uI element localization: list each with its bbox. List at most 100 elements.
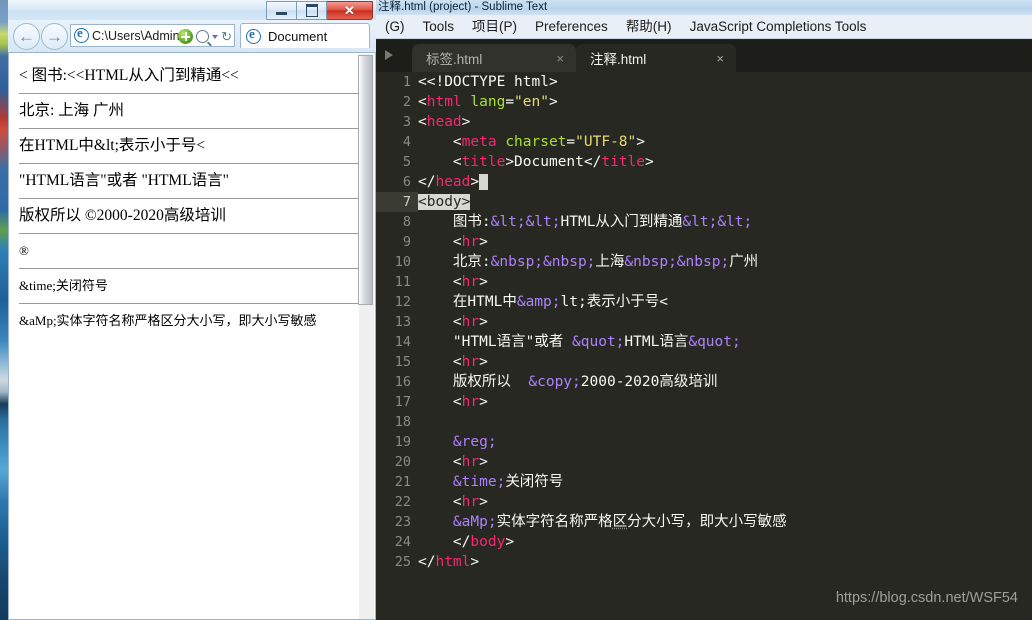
line-number: 17 [394, 394, 411, 410]
tab-zhushi-html[interactable]: 注释.html × [576, 44, 736, 72]
line-number: 16 [394, 374, 411, 390]
sidebar-toggle-icon[interactable] [385, 50, 393, 60]
doc-line: "HTML语言"或者 "HTML语言" [19, 172, 230, 189]
sublime-tab-bar: 标签.html × 注释.html × [376, 40, 1032, 72]
line-number-gutter: 1 2 3 4 5 6 7 8 9 10 11 12 13 14 15 16 1… [376, 72, 418, 620]
screenshot-root: ✕ ← → C:\Users\Admini ↻ Document [0, 0, 1032, 620]
doc-line: 在HTML中&lt;表示小于号< [19, 137, 206, 154]
tab-favicon-icon [246, 26, 261, 44]
close-icon[interactable]: × [716, 51, 724, 66]
code-line-11: <hr> [452, 274, 488, 290]
vertical-scrollbar[interactable] [358, 54, 374, 619]
code-line-3: <head> [418, 114, 471, 130]
line-number: 5 [402, 154, 411, 170]
menu-item-tools[interactable]: Tools [414, 15, 464, 38]
code-line-12: 在HTML中&amp;lt;表示小于号< [452, 294, 668, 310]
ie-title-bar: ✕ [8, 0, 376, 20]
refresh-icon[interactable]: ↻ [221, 29, 232, 45]
line-number: 22 [394, 494, 411, 510]
sublime-menu-bar: (G) Tools 项目(P) Preferences 帮助(H) JavaSc… [376, 15, 1032, 39]
page-content: < 图书:<<HTML从入门到精通<< 北京: 上海 广州 在HTML中&lt;… [8, 52, 376, 620]
code-editor[interactable]: 1 2 3 4 5 6 7 8 9 10 11 12 13 14 15 16 1… [376, 72, 1032, 620]
code-line-2: <html lang="en"> [418, 94, 558, 110]
code-area[interactable]: <<!DOCTYPE html> <html lang="en"> <head>… [418, 72, 1032, 620]
tab-biaoqian-html[interactable]: 标签.html × [412, 44, 576, 72]
code-line-14: "HTML语言"或者 &quot;HTML语言&quot; [452, 334, 741, 350]
code-line-6: </head> [418, 172, 1032, 192]
window-controls: ✕ [266, 1, 373, 20]
line-number: 4 [402, 134, 411, 150]
maximize-icon [305, 4, 318, 17]
line-number: 19 [394, 434, 411, 450]
code-line-20: <hr> [452, 454, 488, 470]
menu-item-preferences[interactable]: Preferences [526, 15, 617, 38]
doc-line: ® [19, 243, 29, 258]
line-number: 13 [394, 314, 411, 330]
close-icon[interactable]: × [556, 51, 564, 66]
line-number: 6 [402, 174, 411, 190]
sublime-title-bar: 注释.html (project) - Sublime Text [376, 0, 1032, 15]
chevron-down-icon[interactable] [212, 34, 219, 39]
back-arrow-icon: ← [18, 26, 35, 46]
doc-line: 北京: 上海 广州 [19, 102, 125, 119]
line-number: 9 [402, 234, 411, 250]
line-number: 20 [394, 454, 411, 470]
code-line-24: </body> [452, 534, 515, 550]
sublime-text-window: 注释.html (project) - Sublime Text (G) Too… [376, 0, 1032, 620]
line-number: 25 [394, 554, 411, 570]
maximize-button[interactable] [297, 1, 327, 20]
code-line-16: 版权所以 &copy;2000-2020高级培训 [452, 374, 718, 390]
menu-item-goto[interactable]: (G) [376, 15, 414, 38]
code-line-4: <meta charset="UTF-8"> [452, 134, 645, 150]
code-line-15: <hr> [452, 354, 488, 370]
line-number: 21 [394, 474, 411, 490]
code-line-25: </html> [418, 554, 480, 570]
menu-item-help[interactable]: 帮助(H) [617, 15, 681, 38]
code-line-13: <hr> [452, 314, 488, 330]
browser-tab[interactable]: Document [240, 23, 370, 48]
code-line-7: <body> [418, 194, 471, 210]
line-number: 15 [394, 354, 411, 370]
code-line-19: &reg; [452, 434, 497, 450]
back-button[interactable]: ← [13, 23, 40, 50]
code-line-5: <title>Document</title> [452, 154, 654, 170]
line-number: 23 [394, 514, 411, 530]
browser-tab-title: Document [268, 28, 328, 44]
menu-item-project[interactable]: 项目(P) [463, 15, 526, 38]
line-number: 2 [402, 94, 411, 110]
code-line-22: <hr> [452, 494, 488, 510]
line-number: 8 [402, 214, 411, 230]
line-number: 14 [394, 334, 411, 350]
forward-arrow-icon: → [46, 26, 63, 46]
tab-label: 注释.html [590, 52, 647, 67]
doc-line: 版权所以 ©2000-2020高级培训 [19, 207, 226, 224]
line-number-active: 7 [376, 192, 418, 212]
minimize-button[interactable] [266, 1, 297, 20]
doc-line: < 图书:<<HTML从入门到精通<< [19, 67, 239, 84]
doc-line: &aMp;实体字符名称严格区分大小写，即大小写敏感 [19, 313, 317, 328]
code-line-8: 图书:&lt;&lt;HTML从入门到精通&lt;&lt; [452, 214, 753, 230]
menu-item-javascript-completions-tools[interactable]: JavaScript Completions Tools [681, 15, 876, 38]
tab-label: 标签.html [426, 52, 483, 67]
desktop-edge-strip [0, 0, 8, 620]
address-bar[interactable]: C:\Users\Admini ↻ [70, 24, 235, 47]
code-line-17: <hr> [452, 394, 488, 410]
line-number: 1 [402, 74, 411, 90]
close-button[interactable]: ✕ [327, 1, 373, 20]
code-line-21: &time;关闭符号 [452, 474, 564, 490]
search-icon[interactable] [196, 30, 210, 43]
rendered-html-body: < 图书:<<HTML从入门到精通<< 北京: 上海 广州 在HTML中&lt;… [9, 53, 375, 338]
ie-toolbar: ← → C:\Users\Admini ↻ Document [8, 20, 376, 52]
close-icon: ✕ [344, 3, 355, 18]
line-number: 24 [394, 534, 411, 550]
minimize-icon [276, 12, 287, 15]
line-number: 3 [402, 114, 411, 130]
add-to-favorites-icon[interactable] [178, 29, 194, 44]
forward-button[interactable]: → [41, 23, 68, 50]
code-line-23: &aMp;实体字符名称严格区分大小写，即大小写敏感 [452, 514, 787, 530]
scrollbar-thumb[interactable] [358, 55, 373, 305]
line-number: 18 [394, 414, 411, 430]
code-line-10: 北京:&nbsp;&nbsp;上海&nbsp;&nbsp;广州 [452, 254, 759, 270]
line-number: 10 [394, 254, 411, 270]
